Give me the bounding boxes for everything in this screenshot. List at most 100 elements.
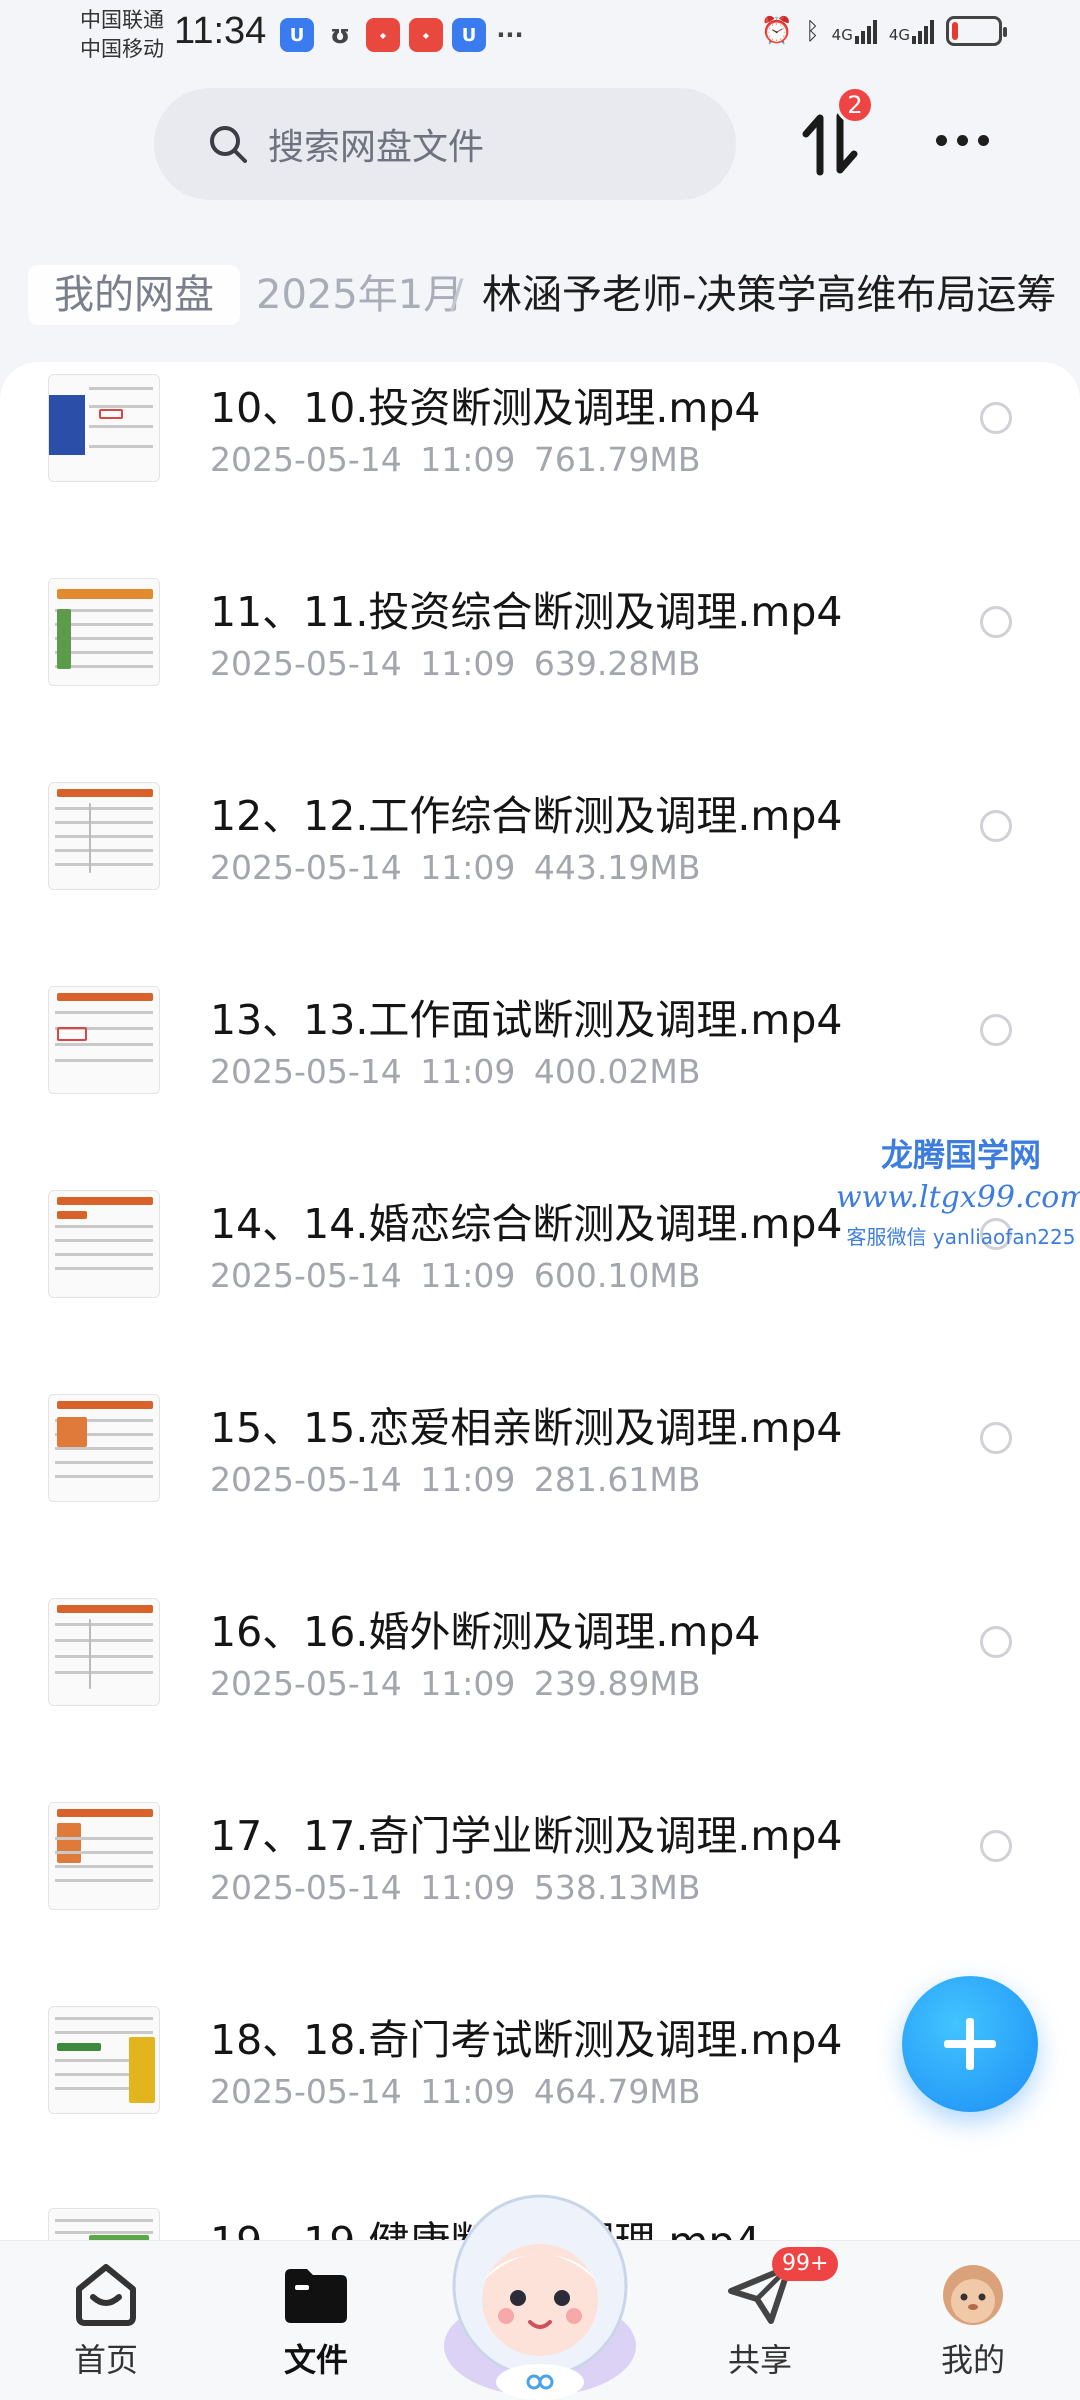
search-icon xyxy=(210,126,247,163)
file-time: 11:09 xyxy=(420,1460,516,1499)
file-time: 11:09 xyxy=(420,1256,516,1295)
file-size: 464.79MB xyxy=(533,2072,701,2111)
app-notification-icon: U xyxy=(280,18,314,52)
carrier-2: 中国移动 xyxy=(80,37,164,61)
file-list: 10、10.投资断测及调理.mp4 2025-05-14 11:09 761.7… xyxy=(0,362,1080,2240)
file-time: 11:09 xyxy=(420,1052,516,1091)
file-date: 2025-05-14 xyxy=(210,2072,402,2111)
file-meta: 2025-05-14 11:09 400.02MB xyxy=(210,1052,700,1091)
select-checkbox[interactable] xyxy=(980,810,1012,842)
video-thumbnail xyxy=(48,1598,160,1706)
file-meta: 2025-05-14 11:09 281.61MB xyxy=(210,1460,700,1499)
breadcrumb-separator: / xyxy=(450,272,464,318)
file-name: 10、10.投资断测及调理.mp4 xyxy=(210,384,761,432)
breadcrumb-folder[interactable]: 2025年1月 xyxy=(256,255,463,335)
file-name: 17、17.奇门学业断测及调理.mp4 xyxy=(210,1812,843,1860)
nav-files[interactable]: 文件 xyxy=(246,2261,386,2381)
bluetooth-icon: ᛒ xyxy=(805,17,820,45)
file-row[interactable]: 16、16.婚外断测及调理.mp4 2025-05-14 11:09 239.8… xyxy=(0,1578,1080,1782)
video-thumbnail xyxy=(48,1190,160,1298)
file-date: 2025-05-14 xyxy=(210,848,402,887)
add-button[interactable] xyxy=(902,1976,1038,2112)
file-row[interactable]: 12、12.工作综合断测及调理.mp4 2025-05-14 11:09 443… xyxy=(0,762,1080,966)
breadcrumb-root[interactable]: 我的网盘 xyxy=(28,265,240,325)
share-badge: 99+ xyxy=(772,2247,839,2281)
file-meta: 2025-05-14 11:09 761.79MB xyxy=(210,440,700,479)
status-bar: 中国联通 中国移动 11:34 U ʊ ◆ ◆ U ··· ⏰ ᛒ 4G 4G xyxy=(0,0,1080,78)
file-size: 239.89MB xyxy=(533,1664,701,1703)
file-meta: 2025-05-14 11:09 639.28MB xyxy=(210,644,700,683)
video-thumbnail xyxy=(48,374,160,482)
video-thumbnail xyxy=(48,782,160,890)
notification-icons: U ʊ ◆ ◆ U ··· xyxy=(280,18,525,52)
transfer-list-button[interactable]: 2 xyxy=(800,86,874,178)
file-date: 2025-05-14 xyxy=(210,1460,402,1499)
file-name: 18、18.奇门考试断测及调理.mp4 xyxy=(210,2016,843,2064)
file-name: 11、11.投资综合断测及调理.mp4 xyxy=(210,588,843,636)
select-checkbox[interactable] xyxy=(980,402,1012,434)
file-time: 11:09 xyxy=(420,440,516,479)
battery-icon xyxy=(946,16,1007,46)
file-meta: 2025-05-14 11:09 443.19MB xyxy=(210,848,700,887)
file-date: 2025-05-14 xyxy=(210,644,402,683)
more-options-button[interactable] xyxy=(936,120,998,160)
huawei-notification-icon: ◆ xyxy=(366,18,400,52)
battery-level xyxy=(952,22,959,40)
watermark-url: www.ltgx99.com xyxy=(836,1180,1080,1215)
file-time: 11:09 xyxy=(420,1664,516,1703)
video-thumbnail xyxy=(48,2208,160,2240)
file-date: 2025-05-14 xyxy=(210,440,402,479)
file-date: 2025-05-14 xyxy=(210,1664,402,1703)
file-name: 14、14.婚恋综合断测及调理.mp4 xyxy=(210,1200,843,1248)
file-name: 16、16.婚外断测及调理.mp4 xyxy=(210,1608,761,1656)
file-size: 281.61MB xyxy=(533,1460,701,1499)
file-size: 600.10MB xyxy=(533,1256,701,1295)
more-dot-icon xyxy=(936,134,947,146)
signal-icon: 4G xyxy=(889,18,934,44)
mascot-assistant-button[interactable] xyxy=(430,2176,650,2400)
transfer-count-badge: 2 xyxy=(836,86,874,124)
search-input[interactable]: 搜索网盘文件 xyxy=(154,88,736,200)
watermark-name: 龙腾国学网 xyxy=(880,1136,1041,1174)
file-row[interactable]: 11、11.投资综合断测及调理.mp4 2025-05-14 11:09 639… xyxy=(0,558,1080,762)
file-name: 13、13.工作面试断测及调理.mp4 xyxy=(210,996,843,1044)
system-icons: ⏰ ᛒ 4G 4G xyxy=(761,16,1007,46)
search-placeholder: 搜索网盘文件 xyxy=(268,127,485,168)
nav-home[interactable]: 首页 xyxy=(36,2261,176,2381)
file-meta: 2025-05-14 11:09 600.10MB xyxy=(210,1256,700,1295)
nav-share-label: 共享 xyxy=(727,2341,792,2379)
file-date: 2025-05-14 xyxy=(210,1052,402,1091)
nav-me[interactable]: 我的 xyxy=(903,2261,1043,2381)
file-row[interactable]: 17、17.奇门学业断测及调理.mp4 2025-05-14 11:09 538… xyxy=(0,1782,1080,1986)
nav-share[interactable]: 99+ 共享 xyxy=(690,2247,839,2381)
carrier-info: 中国联通 中国移动 xyxy=(80,6,164,64)
file-size: 639.28MB xyxy=(533,644,701,683)
home-icon xyxy=(76,2264,136,2326)
app-notification-icon: U xyxy=(452,18,486,52)
file-row[interactable]: 15、15.恋爱相亲断测及调理.mp4 2025-05-14 11:09 281… xyxy=(0,1374,1080,1578)
select-checkbox[interactable] xyxy=(980,606,1012,638)
video-thumbnail xyxy=(48,578,160,686)
file-date: 2025-05-14 xyxy=(210,1868,402,1907)
huawei-notification-icon: ◆ xyxy=(409,18,443,52)
network-type-label: 4G xyxy=(888,26,910,44)
file-row[interactable]: 10、10.投资断测及调理.mp4 2025-05-14 11:09 761.7… xyxy=(0,362,1080,558)
file-name: 12、12.工作综合断测及调理.mp4 xyxy=(210,792,843,840)
breadcrumb: 我的网盘 2025年1月 / 林涵予老师-决策学高维布局运筹 xyxy=(0,255,1080,335)
video-thumbnail xyxy=(48,1394,160,1502)
select-checkbox[interactable] xyxy=(980,1830,1012,1862)
watermark: 龙腾国学网 www.ltgx99.com 客服微信 yanliaofan225 xyxy=(836,1130,1080,1250)
signal-icon: 4G xyxy=(832,18,877,44)
select-checkbox[interactable] xyxy=(980,1422,1012,1454)
nav-files-label: 文件 xyxy=(283,2341,348,2379)
network-type-label: 4G xyxy=(831,26,853,44)
file-meta: 2025-05-14 11:09 239.89MB xyxy=(210,1664,700,1703)
file-meta: 2025-05-14 11:09 464.79MB xyxy=(210,2072,700,2111)
video-thumbnail xyxy=(48,2006,160,2114)
file-time: 11:09 xyxy=(420,644,516,683)
file-time: 11:09 xyxy=(420,1868,516,1907)
select-checkbox[interactable] xyxy=(980,1014,1012,1046)
watermark-contact: 客服微信 yanliaofan225 xyxy=(846,1225,1076,1249)
avatar xyxy=(943,2265,1003,2325)
select-checkbox[interactable] xyxy=(980,1626,1012,1658)
